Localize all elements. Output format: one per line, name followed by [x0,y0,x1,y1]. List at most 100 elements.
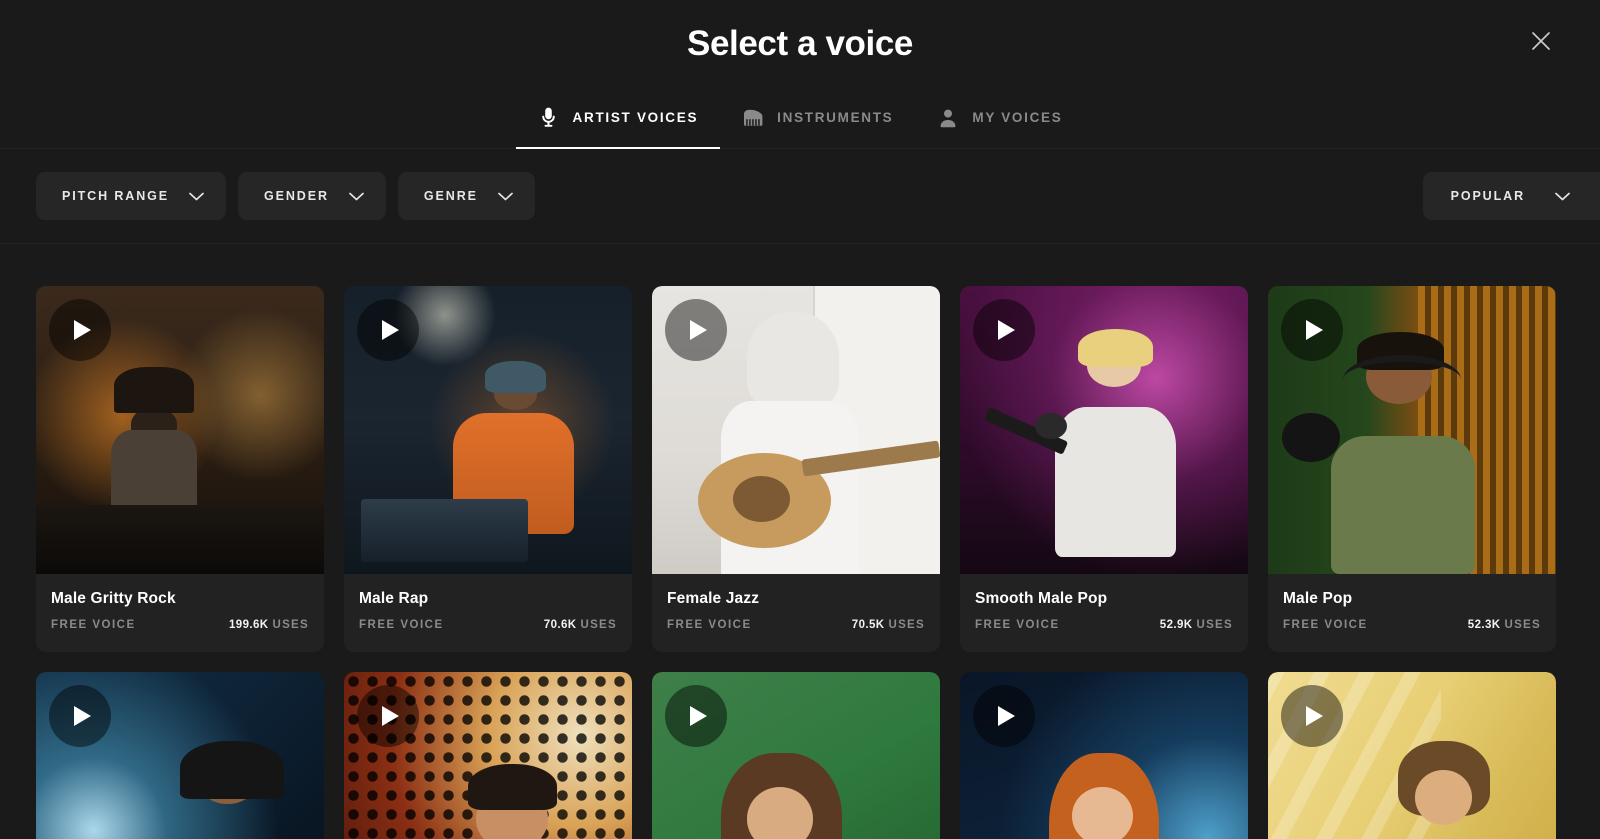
tab-instruments-label: INSTRUMENTS [777,110,894,125]
voice-card-thumbnail [1268,672,1556,839]
play-icon [74,320,91,340]
voice-card-uses-count: 70.5K [851,619,885,632]
voice-card-uses: 52.9K USES [1160,619,1233,631]
play-icon [382,320,399,340]
filter-gender[interactable]: GENDER [238,172,386,220]
voice-card-uses: 52.3K USES [1468,619,1541,631]
voice-card-uses: 70.5K USES [852,619,925,631]
voice-card[interactable]: Male Pop FREE VOICE 52.3K USES [1268,286,1556,652]
chevron-down-icon [349,192,364,201]
close-icon[interactable] [1524,24,1558,58]
filter-chip-group: PITCH RANGE GENDER GENRE [36,172,535,220]
voice-card-subtitle: FREE VOICE 52.3K USES [1283,619,1541,631]
voice-card[interactable]: Female Jazz FREE VOICE 70.5K USES [652,286,940,652]
tab-bar: ARTIST VOICES INSTRUMENTS MY VOICES [0,87,1600,149]
voice-card-subtitle: FREE VOICE 52.9K USES [975,619,1233,631]
voice-card-uses-word: USES [580,619,617,632]
play-button[interactable] [1281,685,1343,747]
select-voice-modal: Select a voice ARTIST VOICES INSTRUMENTS… [0,0,1600,839]
voice-card[interactable]: Male Rap FREE VOICE 70.6K USES [344,286,632,652]
play-icon [1306,320,1323,340]
play-button[interactable] [1281,299,1343,361]
filter-genre[interactable]: GENRE [397,172,535,220]
play-button[interactable] [49,299,111,361]
voice-card-subtitle: FREE VOICE 70.6K USES [359,619,617,631]
voice-card-uses-word: USES [272,619,309,632]
voice-card-uses-count: 52.9K [1159,619,1193,632]
filter-pitch-range[interactable]: PITCH RANGE [36,172,227,220]
voice-card-title: Male Gritty Rock [51,590,176,607]
voice-card-thumbnail [960,286,1248,574]
voice-card-badge: FREE VOICE [1283,619,1368,632]
tab-artist-voices[interactable]: ARTIST VOICES [515,87,721,149]
tab-instruments[interactable]: INSTRUMENTS [720,87,915,148]
voice-card-meta: Female Jazz FREE VOICE 70.5K USES [652,574,940,652]
voice-card-title: Male Pop [1283,590,1353,607]
voice-card-subtitle: FREE VOICE 70.5K USES [667,619,925,631]
filter-bar: PITCH RANGE GENDER GENRE POPULAR [0,149,1600,244]
person-icon [937,107,959,129]
voice-card-thumbnail [960,672,1248,839]
play-button[interactable] [665,685,727,747]
chevron-down-icon [189,192,204,201]
voice-card-badge: FREE VOICE [975,619,1060,632]
tab-my-voices-label: MY VOICES [972,110,1063,125]
voice-card-thumbnail [652,286,940,574]
tab-my-voices[interactable]: MY VOICES [915,87,1084,148]
voice-card-thumbnail [36,672,324,839]
voice-card-meta: Male Gritty Rock FREE VOICE 199.6K USES [36,574,324,652]
microphone-icon [538,107,560,129]
voice-grid: Male Gritty Rock FREE VOICE 199.6KUSES [0,286,1600,839]
voice-card[interactable]: Male Gritty Rock FREE VOICE 199.6K USES [36,286,324,652]
voice-card-uses-count: 52.3K [1467,619,1501,632]
voice-card[interactable] [652,672,940,839]
voice-card-uses: 199.6K USES [229,619,309,631]
play-icon [382,706,399,726]
voice-card[interactable] [1268,672,1556,839]
voice-card-uses-word: USES [1196,619,1233,632]
play-button[interactable] [49,685,111,747]
voice-card-title: Female Jazz [667,590,760,607]
modal-header: Select a voice [0,0,1600,87]
play-button[interactable] [665,299,727,361]
play-icon [1306,706,1323,726]
voice-card-meta: Male Rap FREE VOICE 70.6K USES [344,574,632,652]
voice-card[interactable] [344,672,632,839]
voice-card-uses-word: USES [888,619,925,632]
voice-grid-scroll[interactable]: Male Gritty Rock FREE VOICE 199.6KUSES [0,244,1600,839]
voice-card-thumbnail [1268,286,1556,574]
filter-genre-label: GENRE [423,189,478,203]
page-title: Select a voice [687,24,913,63]
play-icon [74,706,91,726]
chevron-down-icon [1555,192,1570,201]
piano-icon [742,107,764,129]
voice-card-title: Smooth Male Pop [975,590,1108,607]
voice-card-thumbnail [344,286,632,574]
play-icon [690,706,707,726]
play-button[interactable] [357,685,419,747]
voice-card-uses-word: USES [1504,619,1541,632]
voice-card-meta: Smooth Male Pop FREE VOICE 52.9K USES [960,574,1248,652]
play-button[interactable] [357,299,419,361]
play-icon [998,320,1015,340]
voice-card-badge: FREE VOICE [359,619,444,632]
voice-card-thumbnail [36,286,324,574]
voice-card-thumbnail [652,672,940,839]
voice-card-subtitle: FREE VOICE 199.6K USES [51,619,309,631]
voice-card-thumbnail [344,672,632,839]
chevron-down-icon [498,192,513,201]
play-icon [998,706,1015,726]
sort-dropdown[interactable]: POPULAR [1422,172,1600,220]
play-button[interactable] [973,685,1035,747]
voice-card[interactable] [960,672,1248,839]
voice-card-uses-count: 70.6K [543,619,577,632]
voice-card-uses: 70.6K USES [544,619,617,631]
tab-artist-voices-label: ARTIST VOICES [572,110,699,125]
voice-card[interactable]: Smooth Male Pop FREE VOICE 52.9K USES [960,286,1248,652]
voice-card-uses-count: 199.6K [228,619,269,632]
play-button[interactable] [973,299,1035,361]
voice-card-title: Male Rap [359,590,429,607]
voice-card[interactable] [36,672,324,839]
filter-pitch-range-label: PITCH RANGE [62,189,170,203]
filter-gender-label: GENDER [264,189,329,203]
